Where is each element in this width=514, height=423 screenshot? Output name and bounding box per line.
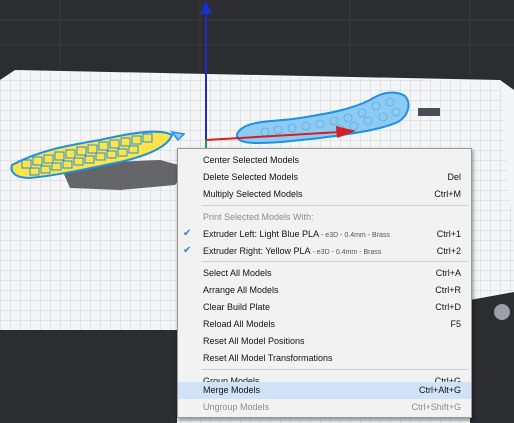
menu-item-center-selected-models[interactable]: Center Selected Models <box>178 152 471 168</box>
menu-item-merge-models[interactable]: Merge Models Ctrl+Alt+G <box>178 382 471 399</box>
menu-item-shortcut: Ctrl+Alt+G <box>418 385 461 395</box>
menu-item-reset-all-model-positions[interactable]: Reset All Model Positions <box>178 333 471 349</box>
menu-item-arrange-all-models[interactable]: Arrange All Models Ctrl+R <box>178 282 471 298</box>
menu-item-label: Reload All Models <box>203 319 276 329</box>
menu-item-shortcut: Ctrl+1 <box>436 229 461 239</box>
menu-item-extruder-left[interactable]: ✔ Extruder Left: Light Blue PLA - e3D - … <box>178 226 471 242</box>
menu-item-reload-all-models[interactable]: Reload All Models F5 <box>178 316 471 332</box>
menu-item-label: Reset All Model Transformations <box>203 353 333 363</box>
menu-item-shortcut: Ctrl+M <box>434 189 461 199</box>
menu-item-shortcut: Del <box>447 172 461 182</box>
menu-item-label: Center Selected Models <box>203 155 300 165</box>
menu-item-shortcut: Ctrl+Shift+G <box>411 402 461 412</box>
menu-item-label: Clear Build Plate <box>203 302 271 312</box>
menu-separator <box>202 261 469 262</box>
menu-item-multiply-selected-models[interactable]: Multiply Selected Models Ctrl+M <box>178 186 471 202</box>
menu-item-label: Multiply Selected Models <box>203 189 303 199</box>
plate-marker <box>418 108 440 116</box>
menu-item-ungroup-models[interactable]: Ungroup Models Ctrl+Shift+G <box>178 399 471 415</box>
menu-item-label: Print Selected Models With: <box>203 212 314 222</box>
menu-separator <box>202 205 469 206</box>
menu-item-label: Select All Models <box>203 268 272 278</box>
menu-item-shortcut: Ctrl+R <box>435 285 461 295</box>
menu-section-print-with: Print Selected Models With: <box>178 209 471 225</box>
z-axis-arrow <box>200 0 212 14</box>
background-grid <box>0 0 514 75</box>
checkmark-icon: ✔ <box>183 228 192 239</box>
menu-item-label: Reset All Model Positions <box>203 336 305 346</box>
menu-item-extruder-right[interactable]: ✔ Extruder Right: Yellow PLA - e3D - 0.4… <box>178 243 471 259</box>
plate-underside <box>0 330 177 423</box>
extruder-name: Extruder Left: Light Blue PLA <box>203 229 320 239</box>
menu-item-shortcut: Ctrl+2 <box>436 246 461 256</box>
menu-item-delete-selected-models[interactable]: Delete Selected Models Del <box>178 169 471 185</box>
extruder-detail: - e3D - 0.4mm - Brass <box>319 232 390 239</box>
menu-item-select-all-models[interactable]: Select All Models Ctrl+A <box>178 265 471 281</box>
menu-item-label: Ungroup Models <box>203 402 270 412</box>
menu-item-label: Extruder Right: Yellow PLA - e3D - 0.4mm… <box>203 246 381 256</box>
menu-item-shortcut: Ctrl+A <box>435 268 461 278</box>
extruder-detail: - e3D - 0.4mm - Brass <box>310 249 382 256</box>
plate-screw <box>494 304 510 320</box>
menu-item-shortcut: Ctrl+D <box>435 302 461 312</box>
menu-item-label: Delete Selected Models <box>203 172 299 182</box>
context-menu: Center Selected Models Delete Selected M… <box>177 148 472 418</box>
checkmark-icon: ✔ <box>183 245 192 256</box>
menu-separator <box>202 369 469 370</box>
3d-viewport[interactable]: Center Selected Models Delete Selected M… <box>0 0 514 423</box>
menu-item-clear-build-plate[interactable]: Clear Build Plate Ctrl+D <box>178 299 471 315</box>
menu-item-label: Arrange All Models <box>203 285 279 295</box>
menu-item-reset-all-model-transformations[interactable]: Reset All Model Transformations <box>178 350 471 366</box>
menu-item-label: Extruder Left: Light Blue PLA - e3D - 0.… <box>203 229 390 239</box>
menu-item-shortcut: F5 <box>450 319 461 329</box>
menu-item-label: Merge Models <box>203 385 261 395</box>
extruder-name: Extruder Right: Yellow PLA <box>203 246 311 256</box>
